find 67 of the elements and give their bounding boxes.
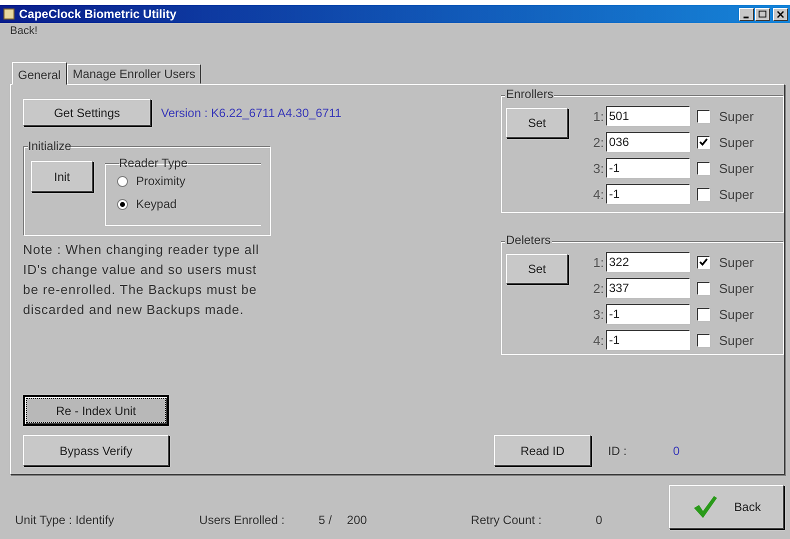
checkbox-label: Super bbox=[719, 186, 754, 202]
radio-label: Keypad bbox=[136, 197, 177, 211]
users-enrolled-max: 200 bbox=[346, 513, 367, 527]
group-title: Deleters bbox=[505, 233, 552, 247]
id-field[interactable]: -1 bbox=[606, 304, 690, 324]
tab[interactable]: Manage Enroller Users bbox=[66, 64, 202, 84]
row-number: 4: bbox=[592, 186, 604, 202]
group-title: Initialize bbox=[28, 139, 72, 153]
close-icon[interactable] bbox=[773, 8, 788, 20]
row-number: 1: bbox=[592, 108, 604, 124]
id-field[interactable]: 322 bbox=[606, 252, 690, 272]
checkbox[interactable] bbox=[697, 110, 710, 122]
checkbox-label: Super bbox=[719, 332, 754, 348]
radio-button[interactable] bbox=[117, 176, 128, 186]
row-number: 4: bbox=[592, 332, 604, 348]
retry-count-value: 0 bbox=[596, 513, 602, 527]
row-number: 3: bbox=[592, 160, 604, 176]
users-enrolled-label: Users Enrolled : bbox=[199, 513, 285, 527]
version-text: Version : K6.22_6711 A4.30_6711 bbox=[161, 106, 342, 120]
checkbox-label: Super bbox=[719, 160, 754, 176]
back-button[interactable]: Back bbox=[669, 485, 784, 529]
checkbox[interactable] bbox=[697, 188, 710, 200]
checkbox[interactable] bbox=[697, 136, 710, 148]
id-field[interactable]: -1 bbox=[606, 184, 690, 204]
id-field[interactable]: -1 bbox=[606, 330, 690, 350]
menu-item[interactable]: Back! bbox=[10, 25, 38, 37]
id-field[interactable]: 501 bbox=[606, 106, 690, 126]
checkbox-label: Super bbox=[719, 254, 754, 270]
tab[interactable]: General bbox=[12, 62, 67, 85]
row-number: 3: bbox=[592, 306, 604, 322]
checkbox-label: Super bbox=[719, 280, 754, 296]
unit-type-text: Unit Type : Identify bbox=[15, 513, 114, 527]
retry-count-label: Retry Count : bbox=[470, 513, 542, 527]
checkbox[interactable] bbox=[697, 162, 710, 174]
checkbox[interactable] bbox=[697, 256, 710, 268]
group-title: Enrollers bbox=[505, 87, 554, 101]
set-button[interactable]: Set bbox=[506, 254, 568, 284]
checkbox[interactable] bbox=[697, 308, 710, 320]
maximize-icon[interactable] bbox=[755, 8, 770, 20]
group-title: Reader Type bbox=[119, 156, 188, 170]
radio-button[interactable] bbox=[117, 198, 128, 210]
checkbox[interactable] bbox=[697, 334, 710, 346]
check-icon bbox=[692, 494, 718, 520]
id-field[interactable]: 036 bbox=[606, 132, 690, 152]
window-title: CapeClock Biometric Utility bbox=[19, 7, 178, 21]
row-number: 2: bbox=[592, 134, 604, 150]
action-button[interactable]: Re - Index Unit bbox=[23, 395, 169, 426]
checkbox-label: Super bbox=[719, 306, 754, 322]
get-settings-button[interactable]: Get Settings bbox=[23, 99, 151, 126]
note-text: Note : When changing reader type all ID's change value and so users must be re-enrolled. The Backups must be discarded and new Backups made. bbox=[23, 241, 260, 319]
set-button[interactable]: Set bbox=[506, 108, 568, 138]
checkbox[interactable] bbox=[697, 282, 710, 294]
row-number: 2: bbox=[592, 280, 604, 296]
checkbox-label: Super bbox=[719, 108, 754, 124]
id-field[interactable]: -1 bbox=[606, 158, 690, 178]
app-icon bbox=[3, 8, 15, 20]
users-enrolled-count: 5 / bbox=[318, 513, 332, 527]
read-id-button[interactable]: Read ID bbox=[494, 435, 591, 466]
id-field[interactable]: 337 bbox=[606, 278, 690, 298]
minimize-icon[interactable] bbox=[739, 8, 754, 20]
id-value: 0 bbox=[673, 444, 680, 458]
id-label: ID : bbox=[608, 444, 628, 458]
radio-label: Proximity bbox=[136, 174, 186, 188]
action-button[interactable]: Bypass Verify bbox=[23, 435, 169, 466]
init-button[interactable]: Init bbox=[31, 161, 93, 192]
checkbox-label: Super bbox=[719, 134, 754, 150]
row-number: 1: bbox=[592, 254, 604, 270]
